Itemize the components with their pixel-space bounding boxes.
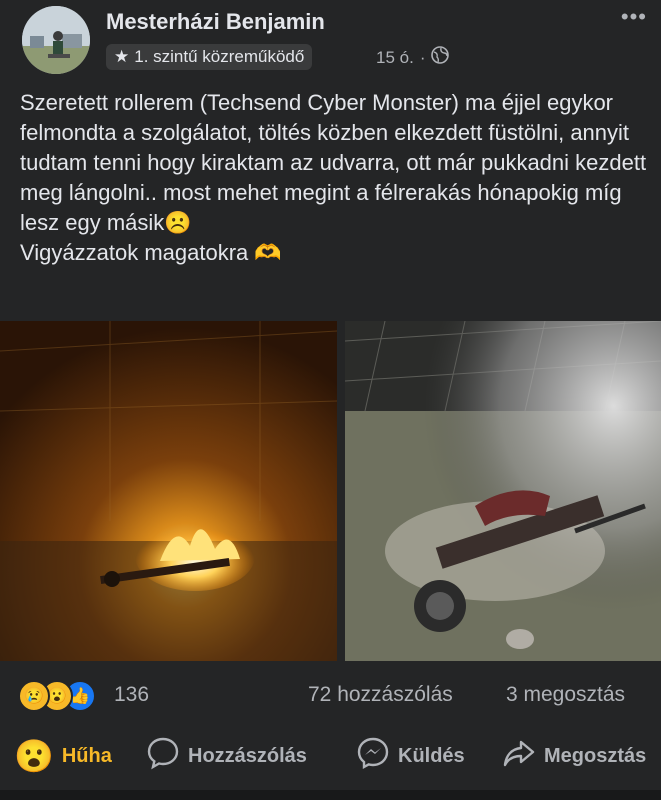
reactions-summary: 😢 😮 👍 136 72 hozzászólás 3 megosztás (0, 672, 661, 718)
post-photo-burnt-scooter[interactable] (345, 321, 661, 661)
bottom-divider (0, 790, 661, 800)
messenger-icon (356, 736, 390, 776)
post-meta: 15 ó. · (376, 46, 450, 69)
meta-separator: · (419, 47, 426, 67)
badge-label: 1. szintű közreműködő (134, 47, 305, 66)
share-icon (502, 736, 536, 776)
send-button[interactable]: Küldés (356, 736, 465, 776)
post-header: Mesterházi Benjamin ★ 1. szintű közreműk… (0, 0, 661, 82)
author-name[interactable]: Mesterházi Benjamin (106, 9, 325, 35)
sad-reaction-icon: 😢 (18, 680, 50, 712)
globe-icon (431, 46, 450, 69)
contributor-badge[interactable]: ★ 1. szintű közreműködő (106, 44, 313, 70)
shares-count[interactable]: 3 megosztás (506, 683, 625, 707)
send-button-label: Küldés (398, 744, 465, 767)
comment-icon (146, 736, 180, 776)
post-photo-fire[interactable] (0, 321, 337, 661)
reaction-icons[interactable]: 😢 😮 👍 (18, 680, 96, 712)
author-avatar[interactable] (22, 6, 90, 74)
share-button-label: Megosztás (544, 744, 647, 767)
reaction-button-label: Hűha (61, 744, 112, 767)
post-actions: 😮 Hűha Hozzászólás Küldés Megosztás (0, 728, 661, 784)
wow-icon: 😮 (14, 738, 54, 774)
share-button[interactable]: Megosztás (502, 736, 646, 776)
more-options-icon[interactable]: ••• (621, 4, 647, 30)
post-time[interactable]: 15 ó. (376, 48, 414, 68)
post-text: Szeretett rollerem (Techsend Cyber Monst… (20, 90, 647, 265)
star-icon: ★ (114, 47, 130, 66)
comment-button[interactable]: Hozzászólás (146, 736, 307, 776)
comments-count[interactable]: 72 hozzászólás (308, 683, 453, 707)
reaction-button[interactable]: 😮 Hűha (14, 736, 112, 776)
comment-button-label: Hozzászólás (188, 744, 307, 767)
reaction-count[interactable]: 136 (114, 683, 149, 707)
